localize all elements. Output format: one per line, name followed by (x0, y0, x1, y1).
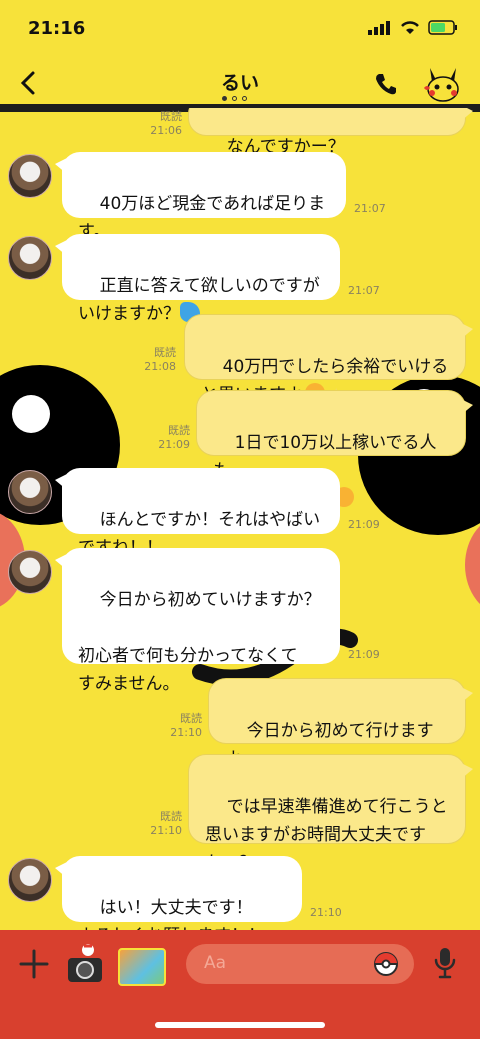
message-bubble-out[interactable]: 40万円でしたら余裕でいける と思いますよ✦ (184, 314, 473, 405)
camera-icon[interactable] (66, 942, 104, 984)
avatar[interactable] (8, 550, 52, 594)
pokeball-emoji-icon[interactable] (374, 952, 398, 976)
message-bubble-in[interactable]: 今日から初めていけますか？ 初心者で何も分かってなくて すみません。 (55, 548, 340, 694)
message-bubble-out[interactable]: 今日から初めて行けますよ ー！ (208, 678, 473, 797)
message-input-placeholder: Aa (204, 953, 227, 973)
home-indicator (155, 1022, 325, 1028)
read-receipt: 既読 21:10 (150, 810, 182, 837)
message-bubble-out[interactable]: 1日で10万以上稼いでる人も いるくらいです (196, 390, 473, 509)
battery-icon (428, 20, 457, 35)
status-time: 21:16 (28, 18, 86, 39)
read-receipt: 既読 21:06 (150, 110, 182, 137)
message-bubble-in[interactable]: 正直に答えて欲しいのですが いけますか？ (55, 234, 340, 324)
avatar[interactable] (8, 154, 52, 198)
message-bubble-in[interactable]: はい！大丈夫です！ よろしくお願します！！ (55, 856, 302, 946)
wifi-icon (401, 21, 419, 34)
message-time: 21:07 (348, 284, 380, 297)
message-bubble-in[interactable]: 40万ほど現金であれば足りま す。 (55, 152, 346, 242)
sticker-button[interactable] (118, 948, 166, 986)
message-time: 21:10 (310, 906, 342, 919)
message-bubble-out[interactable]: では早速準備進めて行こうと 思いますがお時間大丈夫です かー？✦ (188, 754, 473, 873)
chat-header-overlay: るい (0, 60, 480, 104)
microphone-icon[interactable] (432, 946, 458, 980)
pikachu-menu-icon[interactable] (420, 64, 466, 104)
avatar[interactable] (8, 470, 52, 514)
chat-title[interactable]: るい (0, 68, 480, 95)
message-time: 21:09 (348, 648, 380, 661)
chat-screen: 21:16 るい (0, 0, 480, 1039)
status-bar: 21:16 (0, 0, 480, 60)
plus-icon[interactable] (18, 948, 50, 980)
message-bubble-in[interactable]: ほんとですか！それはやばい ですね！！ (55, 468, 340, 558)
avatar[interactable] (8, 236, 52, 280)
message-time: 21:07 (354, 202, 386, 215)
read-receipt: 既読 21:10 (170, 712, 202, 739)
signal-icon (368, 20, 390, 35)
message-time: 21:09 (348, 518, 380, 531)
read-receipt: 既読 21:08 (144, 346, 176, 373)
read-receipt: 既読 21:09 (158, 424, 190, 451)
avatar[interactable] (8, 858, 52, 902)
page-indicator (222, 96, 247, 101)
phone-icon[interactable] (372, 70, 400, 98)
